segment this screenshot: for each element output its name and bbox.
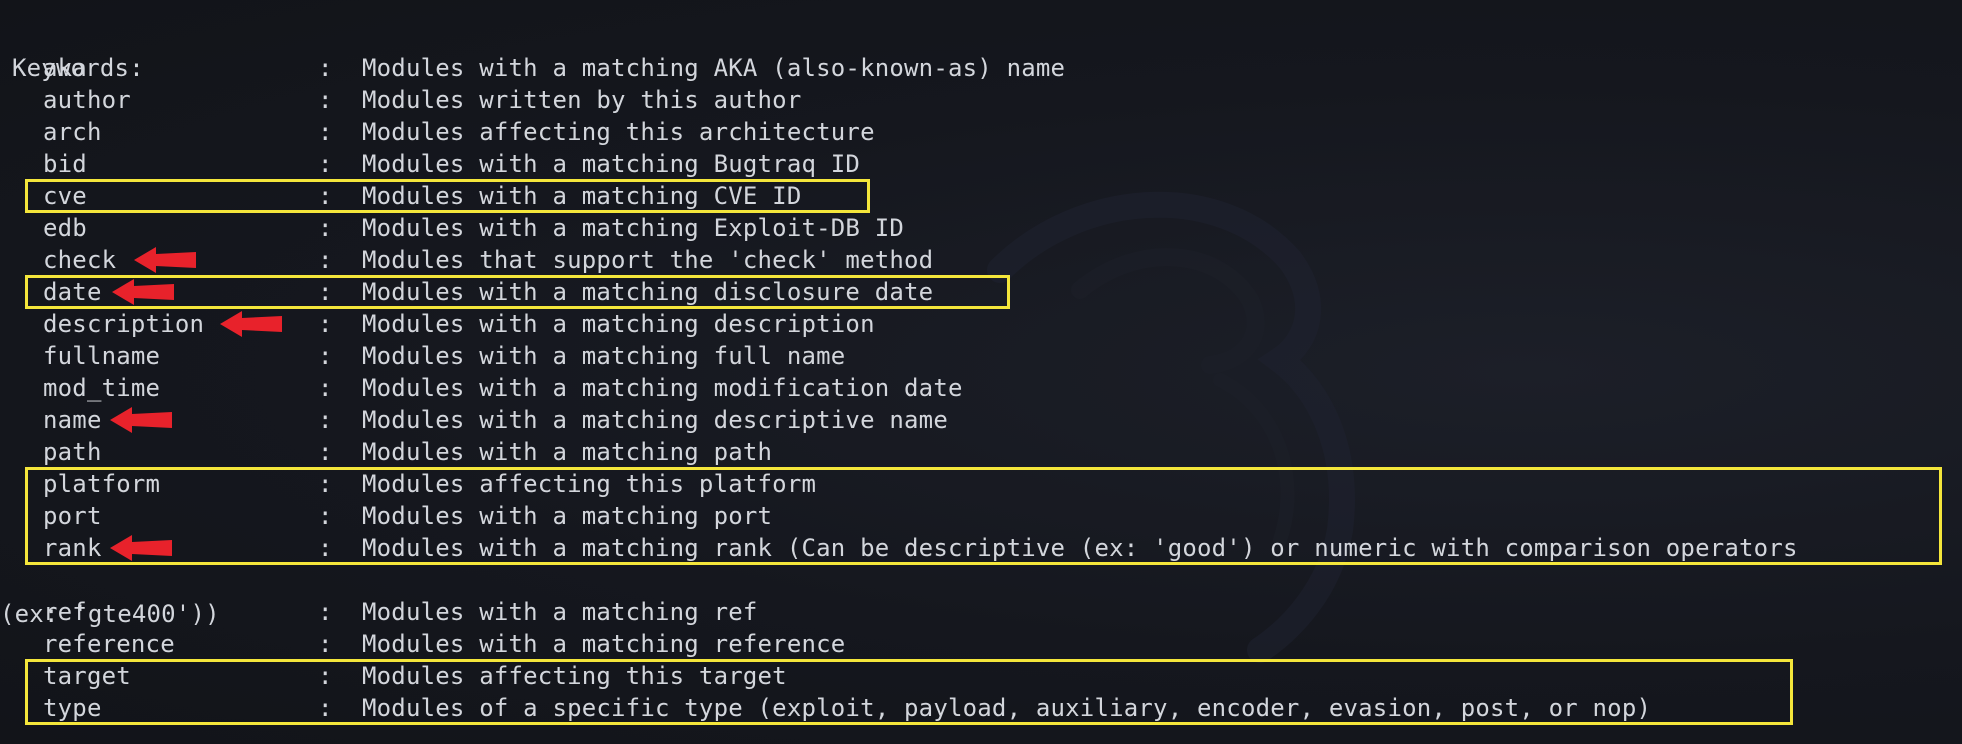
keyword-name: author <box>43 86 131 114</box>
keyword-description: Modules with a matching Bugtraq ID <box>362 150 861 178</box>
keyword-name: bid <box>43 150 87 178</box>
keyword-description: Modules affecting this architecture <box>362 118 875 146</box>
keyword-separator: : <box>318 406 333 434</box>
keyword-separator: : <box>318 86 333 114</box>
keyword-description: Modules with a matching description <box>362 310 875 338</box>
keyword-description: Modules with a matching Exploit-DB ID <box>362 214 905 242</box>
red-arrow-icon-rank <box>110 535 172 561</box>
keyword-description: Modules with a matching ref <box>362 598 758 626</box>
keyword-name: mod_time <box>43 374 161 402</box>
keyword-separator: : <box>318 630 333 658</box>
keywords-header: Keywords: <box>0 20 144 82</box>
keyword-description: Modules with a matching reference <box>362 630 846 658</box>
red-arrow-icon-name <box>110 407 172 433</box>
keyword-name: name <box>43 406 102 434</box>
keyword-separator: : <box>318 150 333 178</box>
rank-continuation-text: (ex: 'gte400')) <box>0 600 220 628</box>
keyword-name: aka <box>43 54 87 82</box>
keyword-separator: : <box>318 374 333 402</box>
keyword-name: fullname <box>43 342 161 370</box>
keyword-name: arch <box>43 118 102 146</box>
highlight-box-cve <box>25 179 870 213</box>
keyword-separator: : <box>318 214 333 242</box>
keyword-description: Modules that support the 'check' method <box>362 246 934 274</box>
keyword-description: Modules with a matching modification dat… <box>362 374 963 402</box>
terminal-window: Keywords: aka: Modules with a matching AK… <box>0 0 1962 744</box>
keyword-name: description <box>43 310 205 338</box>
keyword-separator: : <box>318 342 333 370</box>
red-arrow-icon-description <box>220 311 282 337</box>
keyword-description: Modules with a matching path <box>362 438 773 466</box>
red-arrow-icon-date <box>112 279 174 305</box>
keyword-description: Modules with a matching full name <box>362 342 846 370</box>
keyword-description: Modules written by this author <box>362 86 802 114</box>
keyword-separator: : <box>318 54 333 82</box>
highlight-box-platform-port-rank <box>25 467 1942 565</box>
red-arrow-icon-check <box>134 247 196 273</box>
keyword-separator: : <box>318 598 333 626</box>
keyword-name: path <box>43 438 102 466</box>
keyword-name: edb <box>43 214 87 242</box>
keyword-separator: : <box>318 310 333 338</box>
rank-continuation-line: (ex: 'gte400')) <box>0 566 220 628</box>
keyword-description: Modules with a matching descriptive name <box>362 406 948 434</box>
keyword-description: Modules with a matching AKA (also-known-… <box>362 54 1066 82</box>
keyword-name: check <box>43 246 117 274</box>
keyword-name: reference <box>43 630 175 658</box>
keyword-separator: : <box>318 438 333 466</box>
kali-dragon-icon <box>987 191 1355 663</box>
keyword-separator: : <box>318 246 333 274</box>
highlight-box-target-type <box>25 659 1793 725</box>
keyword-separator: : <box>318 118 333 146</box>
